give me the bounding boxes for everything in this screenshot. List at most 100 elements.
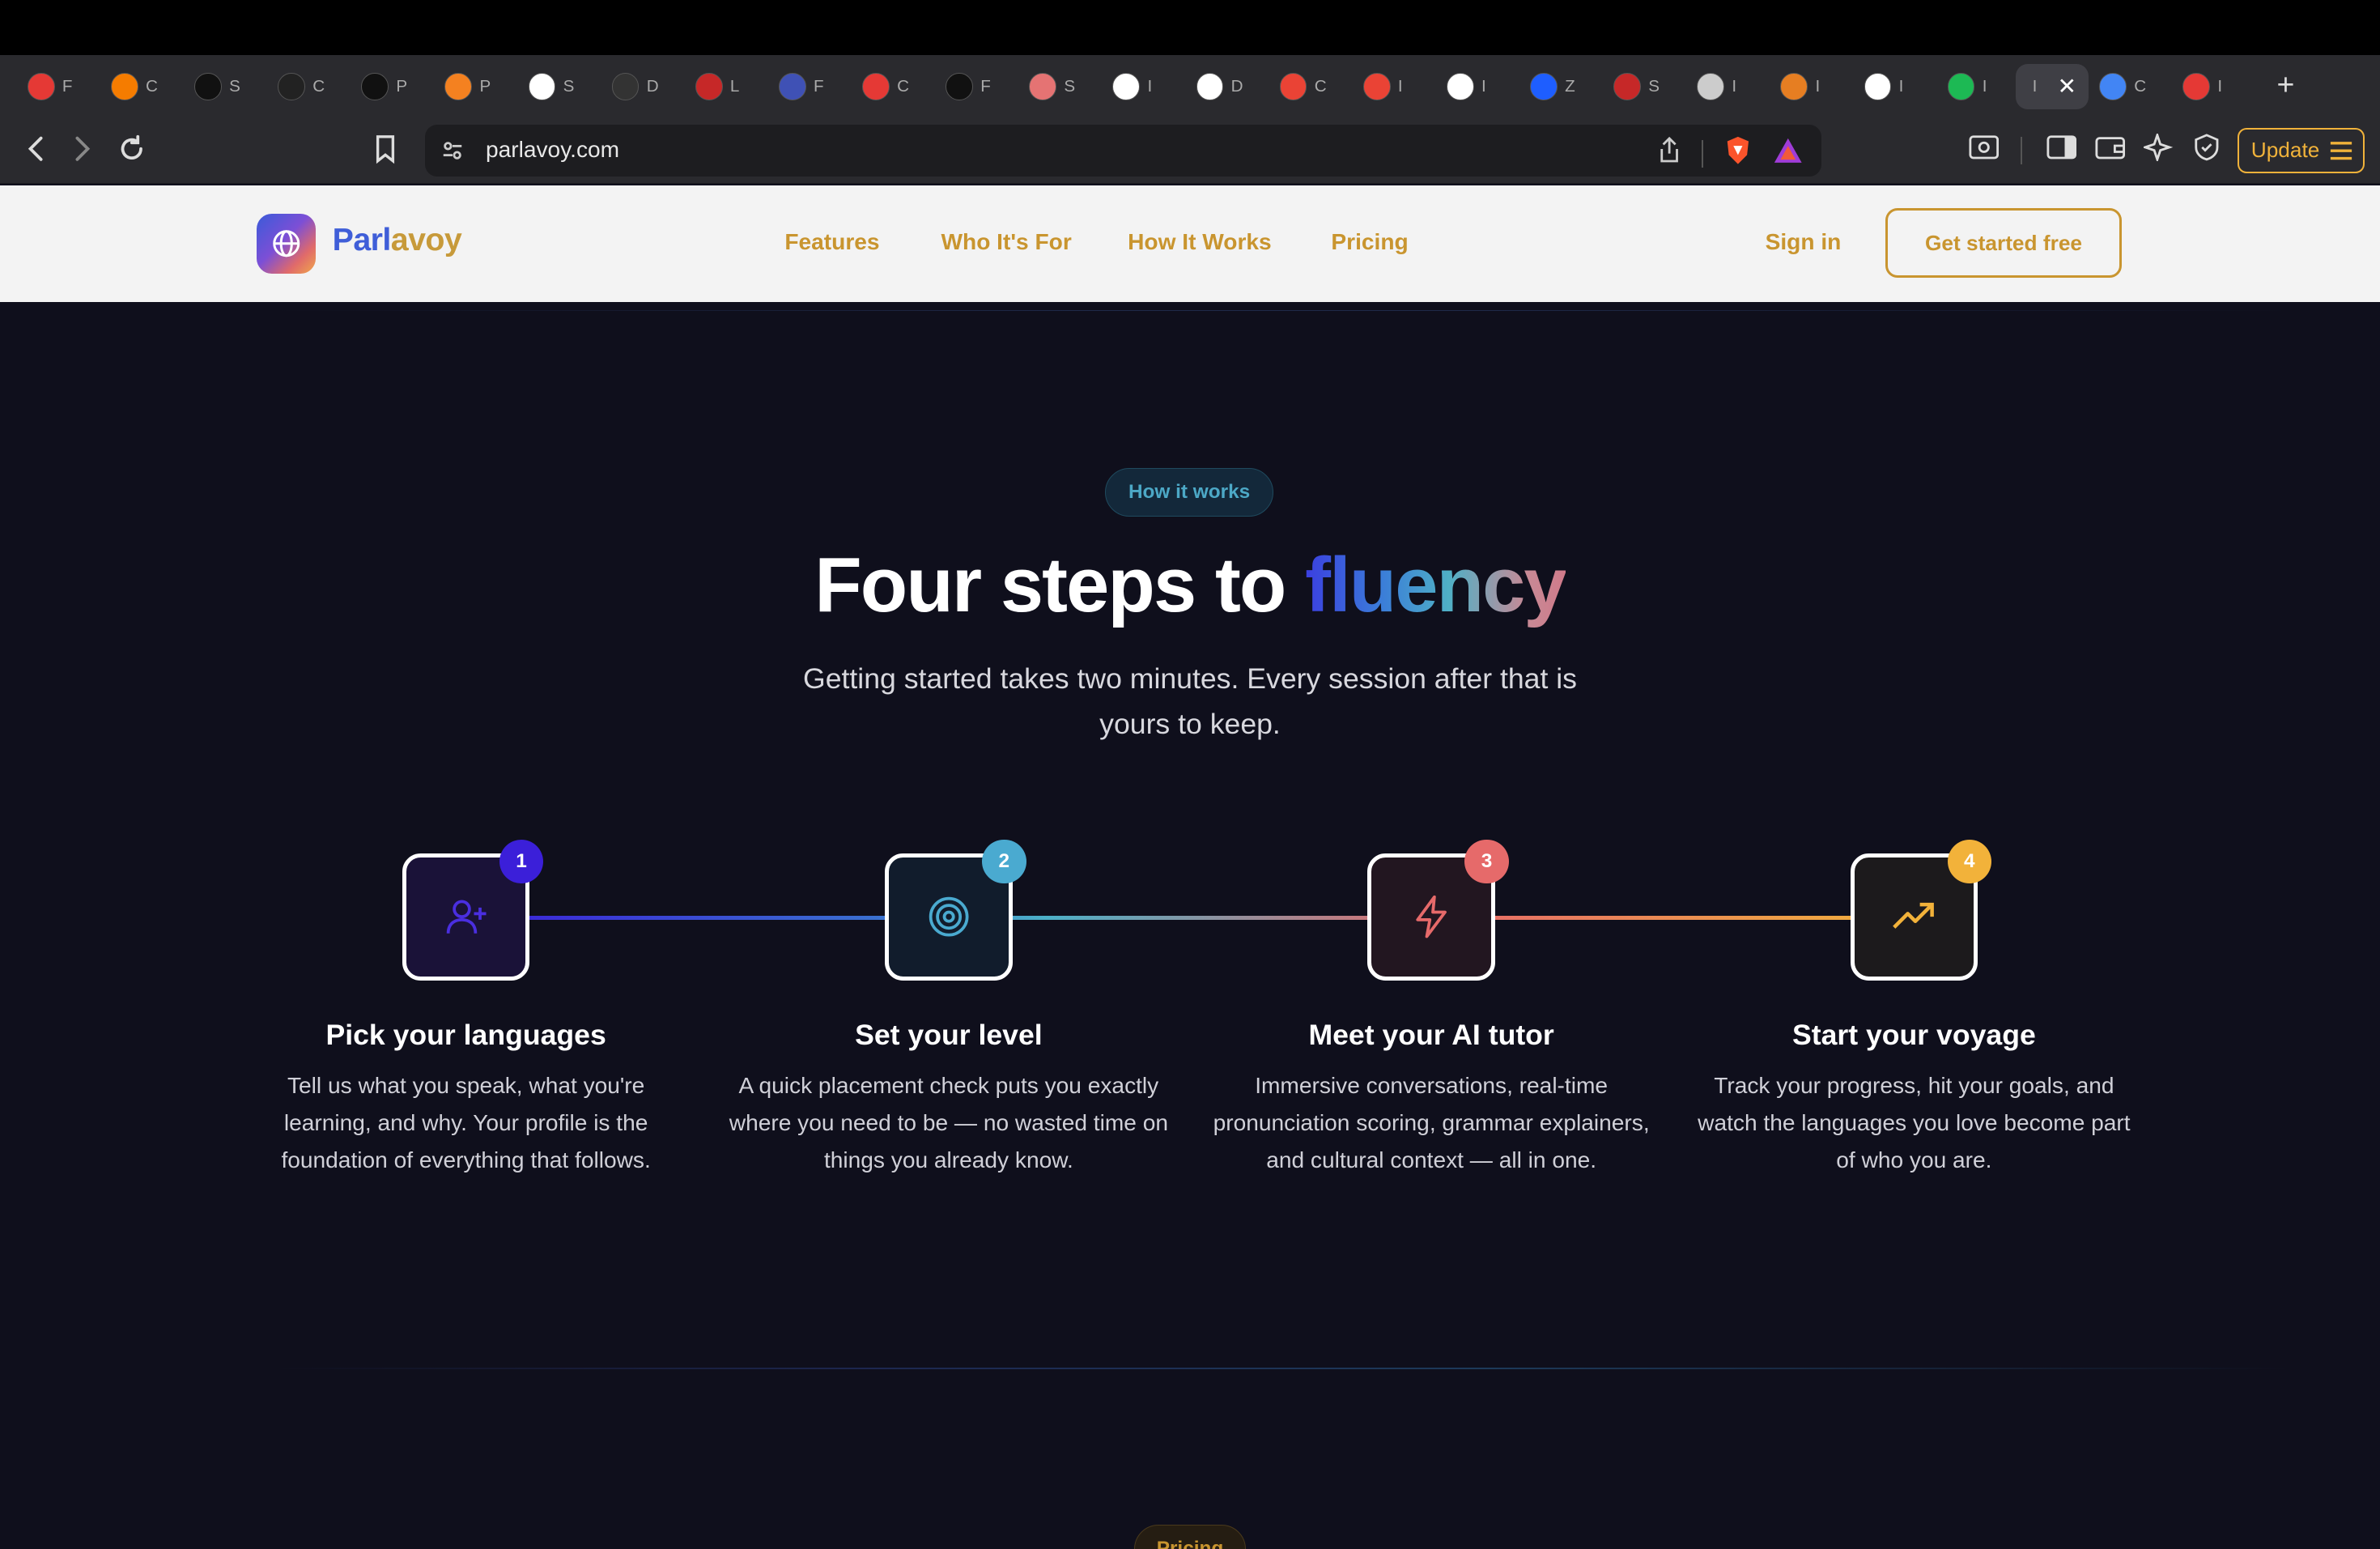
browser-tab[interactable]: I: [1855, 64, 1931, 109]
site-settings-icon[interactable]: [440, 138, 465, 169]
brave-rewards-icon[interactable]: [1773, 137, 1804, 171]
tab-title: Z: [1565, 77, 1577, 96]
headline-plain: Four steps to: [814, 542, 1305, 628]
sign-in-link[interactable]: Sign in: [1766, 229, 1842, 255]
hamburger-menu-icon: [2329, 140, 2353, 161]
tab-favicon: [1780, 73, 1808, 100]
browser-tab[interactable]: I: [1438, 64, 1514, 109]
brave-shield-icon[interactable]: [1724, 135, 1752, 172]
tab-title: I: [2217, 77, 2229, 96]
tab-favicon: [28, 73, 55, 100]
tab-title: F: [62, 77, 74, 96]
browser-tab[interactable]: S: [1020, 64, 1096, 109]
url-text[interactable]: parlavoy.com: [486, 137, 619, 163]
browser-tab[interactable]: D: [602, 64, 678, 109]
tab-title: S: [1064, 77, 1076, 96]
browser-tab[interactable]: C: [2090, 64, 2166, 109]
get-started-button[interactable]: Get started free: [1885, 208, 2123, 278]
gmail-icon: [1363, 73, 1391, 100]
browser-tab[interactable]: I✕: [2016, 64, 2089, 109]
step-2-title: Set your level: [721, 1019, 1177, 1052]
tab-title: I: [1816, 77, 1828, 96]
tab-favicon: [779, 73, 806, 100]
browser-tab[interactable]: I: [2174, 64, 2250, 109]
bookmark-icon: [373, 134, 397, 164]
user-plus-icon: [444, 894, 489, 939]
update-button[interactable]: Update: [2238, 128, 2365, 173]
screen-search-icon: [1969, 134, 2000, 161]
browser-tab[interactable]: D: [1187, 64, 1263, 109]
nav-features[interactable]: Features: [784, 229, 879, 255]
step-2-badge: 2: [982, 840, 1026, 883]
browser-tab[interactable]: S: [185, 64, 261, 109]
reload-button[interactable]: [117, 134, 147, 171]
step-4-desc: Track your progress, hit your goals, and…: [1694, 1067, 2135, 1179]
tab-favicon: [1613, 73, 1641, 100]
step-3-badge: 3: [1464, 840, 1508, 883]
screenshot-button[interactable]: [1969, 134, 2000, 161]
globe-icon: [271, 228, 302, 259]
nav-how-it-works[interactable]: How It Works: [1128, 229, 1272, 255]
tab-title: C: [1315, 77, 1327, 96]
update-label: Update: [2251, 138, 2320, 163]
sidebar-toggle-button[interactable]: [2046, 134, 2077, 161]
bookmark-button[interactable]: [373, 134, 397, 171]
tab-favicon: [1447, 73, 1474, 100]
browser-tab[interactable]: C: [853, 64, 929, 109]
browser-tab[interactable]: Z: [1521, 64, 1597, 109]
browser-tab[interactable]: F: [937, 64, 1013, 109]
apple-icon: [1864, 73, 1892, 100]
browser-tab[interactable]: S: [1604, 64, 1681, 109]
new-tab-button[interactable]: +: [2277, 67, 2295, 102]
browser-tab[interactable]: L: [686, 64, 763, 109]
tab-strip: FCSCPPSDLFCFSIDCIIZSIIIII✕CI: [0, 55, 2380, 119]
tab-favicon: [1530, 73, 1558, 100]
step-1-badge: 1: [499, 840, 543, 883]
step-4-badge: 4: [1948, 840, 1991, 883]
browser-tab[interactable]: P: [436, 64, 512, 109]
browser-tab[interactable]: C: [1270, 64, 1346, 109]
tab-title: P: [480, 77, 492, 96]
browser-tab[interactable]: I: [1103, 64, 1179, 109]
tab-favicon: [361, 73, 389, 100]
step-1-title: Pick your languages: [238, 1019, 694, 1052]
browser-tab[interactable]: P: [352, 64, 428, 109]
browser-tab[interactable]: F: [19, 64, 95, 109]
share-icon[interactable]: [1659, 137, 1680, 171]
close-tab-icon[interactable]: ✕: [2057, 73, 2076, 100]
browser-tab[interactable]: C: [102, 64, 178, 109]
browser-tab[interactable]: I: [1938, 64, 2014, 109]
browser-tab[interactable]: I: [1688, 64, 1764, 109]
address-bar[interactable]: parlavoy.com: [425, 125, 1821, 177]
tab-title: F: [814, 77, 826, 96]
section-headline: Four steps to fluency: [0, 541, 2380, 630]
browser-tab[interactable]: S: [519, 64, 595, 109]
tab-title: C: [897, 77, 909, 96]
tab-favicon: [862, 73, 890, 100]
nav-who-its-for[interactable]: Who It's For: [941, 229, 1072, 255]
browser-tab[interactable]: C: [269, 64, 345, 109]
tab-title: C: [2134, 77, 2146, 96]
tab-title: I: [1983, 77, 1995, 96]
nav-pricing[interactable]: Pricing: [1331, 229, 1408, 255]
tab-title: C: [312, 77, 325, 96]
os-menu-bar: [0, 0, 2380, 55]
vpn-button[interactable]: [2193, 134, 2221, 161]
target-icon: [926, 894, 971, 939]
tab-title: I: [1899, 77, 1911, 96]
step-3-desc: Immersive conversations, real-time pronu…: [1211, 1067, 1651, 1179]
forward-button[interactable]: [70, 134, 94, 171]
browser-tab[interactable]: I: [1771, 64, 1847, 109]
logo-wordmark[interactable]: Parlavoy: [333, 222, 462, 258]
wallet-button[interactable]: [2095, 134, 2126, 161]
shield-icon: [2193, 134, 2221, 161]
section-pill: How it works: [1105, 468, 1273, 517]
globe-icon: [1697, 73, 1724, 100]
github-icon: [278, 73, 305, 100]
browser-tab[interactable]: F: [770, 64, 846, 109]
browser-tab[interactable]: I: [1354, 64, 1430, 109]
section-subtitle: Getting started takes two minutes. Every…: [765, 656, 1615, 747]
leo-ai-button[interactable]: [2144, 134, 2174, 161]
logo-mark[interactable]: [257, 214, 316, 273]
back-button[interactable]: [24, 134, 49, 171]
